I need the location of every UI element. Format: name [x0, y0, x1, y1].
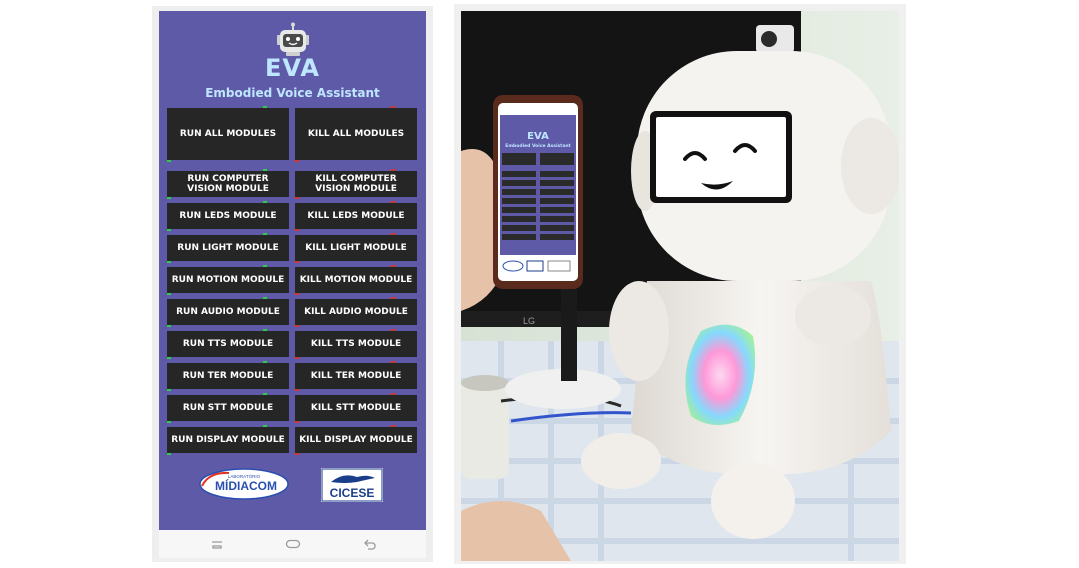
back-icon[interactable] [362, 536, 378, 552]
kill-ter-module-button[interactable]: KILL TER MODULE [295, 361, 417, 391]
photo-phone-title: EVA [527, 131, 549, 142]
phone-screenshot: EVA Embodied Voice Assistant RUN ALL MOD… [152, 6, 433, 562]
midiacom-text: MÍDIACOM [215, 478, 277, 493]
android-nav-bar [159, 530, 426, 558]
run-light-module-button[interactable]: RUN LIGHT MODULE [167, 233, 289, 263]
run-computer-vision-module-button[interactable]: RUN COMPUTER VISION MODULE [167, 169, 289, 199]
app-screen: EVA Embodied Voice Assistant RUN ALL MOD… [159, 11, 426, 530]
run-all-modules-button[interactable]: RUN ALL MODULES [167, 106, 289, 162]
run-display-module-button[interactable]: RUN DISPLAY MODULE [167, 425, 289, 455]
robot-head-icon [277, 22, 309, 56]
kill-motion-module-button[interactable]: KILL MOTION MODULE [295, 265, 417, 295]
kill-leds-module-button[interactable]: KILL LEDS MODULE [295, 201, 417, 231]
midiacom-logo: LABORATÓRIO MÍDIACOM [199, 468, 289, 500]
kill-audio-module-button[interactable]: KILL AUDIO MODULE [295, 297, 417, 327]
photo-phone-subtitle: Embodied Voice Assistant [505, 143, 571, 149]
kill-all-modules-button[interactable]: KILL ALL MODULES [295, 106, 417, 162]
kill-light-module-button[interactable]: KILL LIGHT MODULE [295, 233, 417, 263]
app-subtitle: Embodied Voice Assistant [205, 86, 380, 100]
run-audio-module-button[interactable]: RUN AUDIO MODULE [167, 297, 289, 327]
photo-lg: LG [523, 316, 535, 326]
run-stt-module-button[interactable]: RUN STT MODULE [167, 393, 289, 423]
kill-computer-vision-module-button[interactable]: KILL COMPUTER VISION MODULE [295, 169, 417, 199]
run-leds-module-button[interactable]: RUN LEDS MODULE [167, 201, 289, 231]
run-ter-module-button[interactable]: RUN TER MODULE [167, 361, 289, 391]
kill-stt-module-button[interactable]: KILL STT MODULE [295, 393, 417, 423]
kill-tts-module-button[interactable]: KILL TTS MODULE [295, 329, 417, 359]
robot-photo-frame: LG EVA Embodied Voice Assistant [454, 4, 906, 564]
run-tts-module-button[interactable]: RUN TTS MODULE [167, 329, 289, 359]
cicese-logo: CICESE [321, 468, 383, 502]
run-motion-module-button[interactable]: RUN MOTION MODULE [167, 265, 289, 295]
recents-icon[interactable] [209, 536, 225, 552]
kill-display-module-button[interactable]: KILL DISPLAY MODULE [295, 425, 417, 455]
cicese-text: CICESE [330, 486, 375, 500]
home-icon[interactable] [285, 536, 301, 552]
app-title: EVA [265, 54, 320, 82]
robot-photo: LG EVA Embodied Voice Assistant [461, 11, 899, 561]
